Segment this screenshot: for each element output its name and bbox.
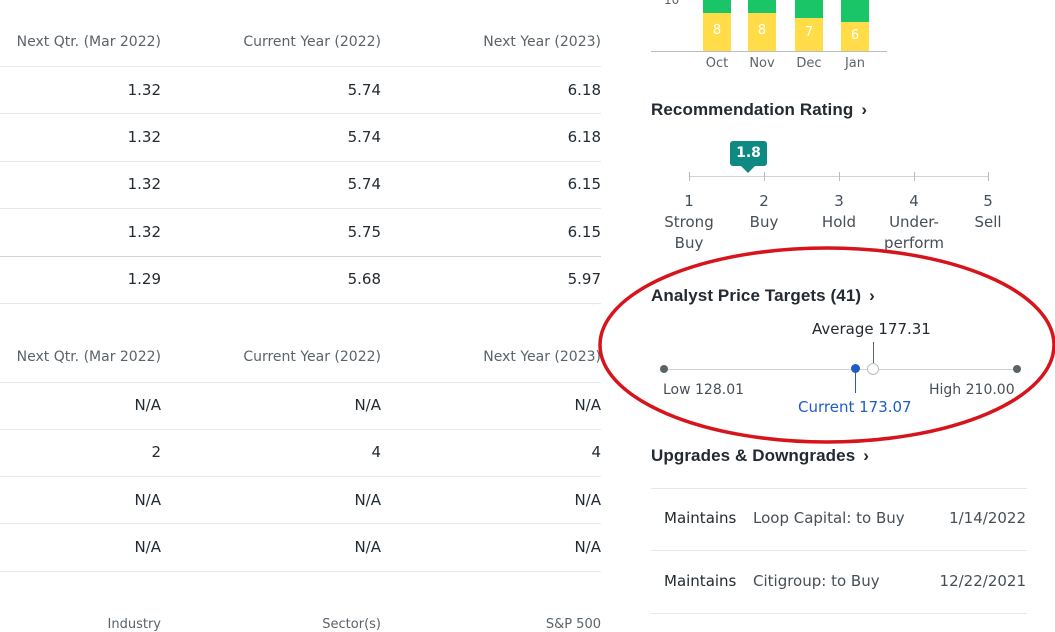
red-annotation-ellipse	[598, 246, 1055, 444]
